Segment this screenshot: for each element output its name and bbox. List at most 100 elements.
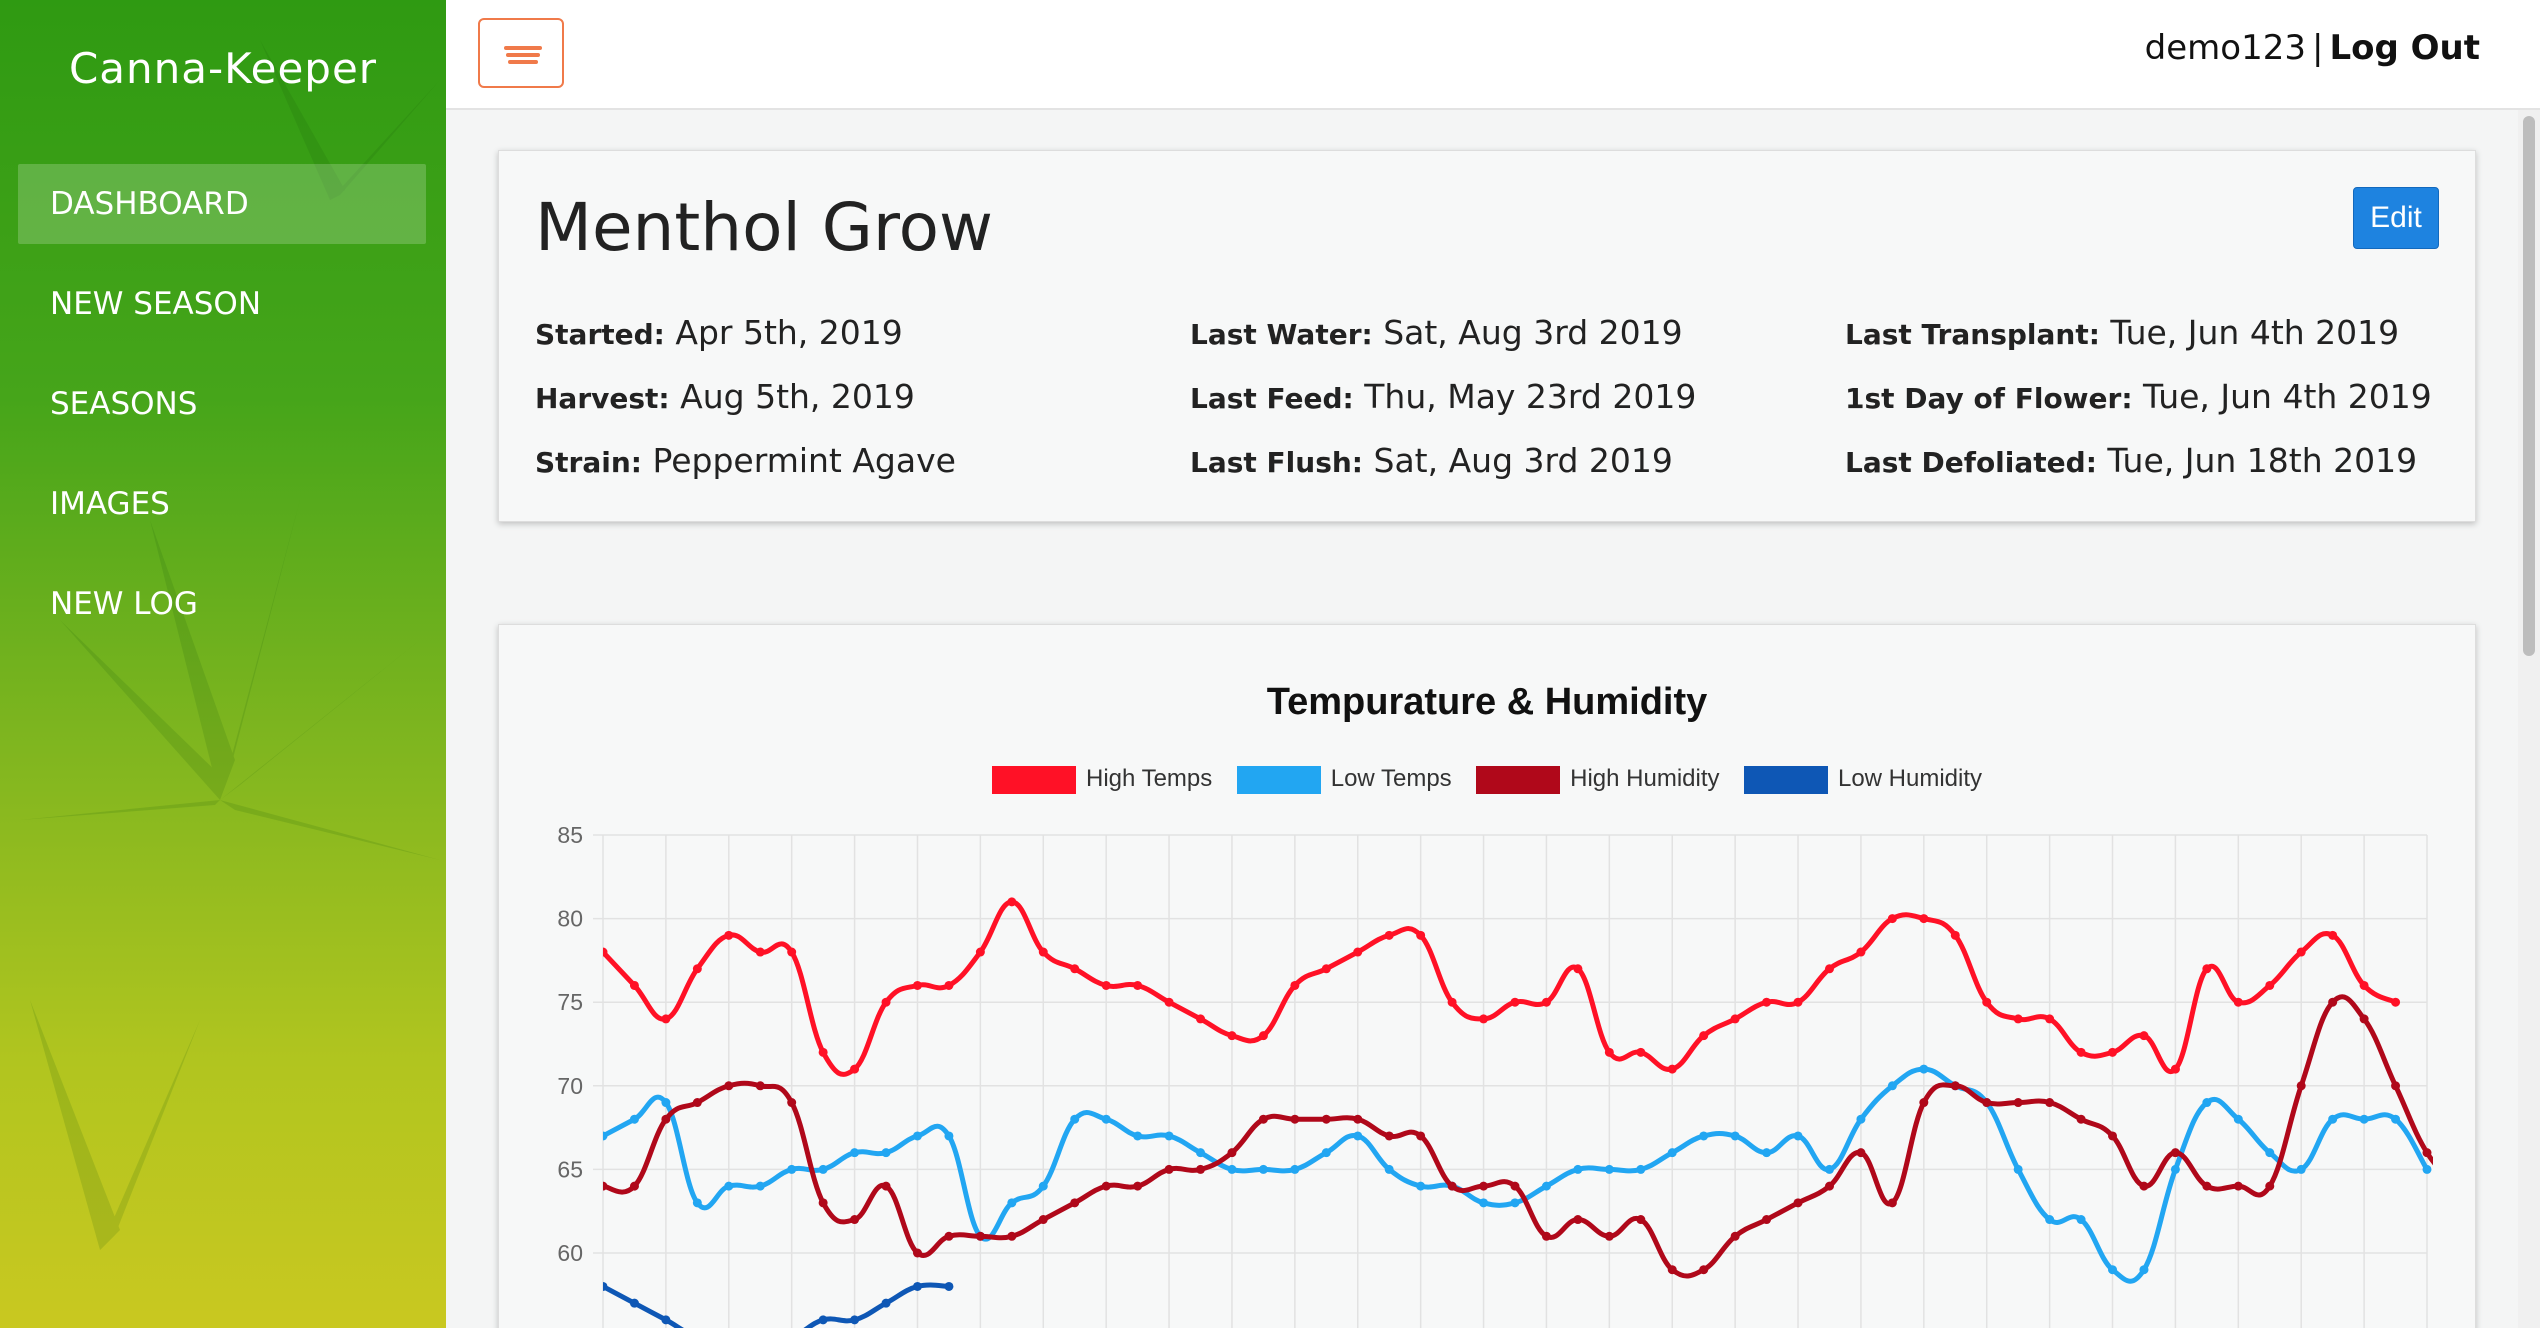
scrollbar-thumb[interactable] xyxy=(2523,116,2535,656)
data-point xyxy=(1541,997,1551,1007)
data-point xyxy=(1290,1164,1300,1174)
data-point xyxy=(787,947,797,957)
legend-swatch xyxy=(991,765,1076,794)
logout-link[interactable]: Log Out xyxy=(2329,28,2480,68)
data-point xyxy=(1227,1148,1237,1158)
data-point xyxy=(1416,1131,1426,1141)
legend-item-low-temps[interactable]: Low Temps xyxy=(1236,765,1452,794)
info-column-care: Last Water: Sat, Aug 3rd 2019 Last Feed:… xyxy=(1190,301,1696,493)
data-point xyxy=(2013,1164,2023,1174)
data-point xyxy=(1070,1198,1080,1208)
data-point xyxy=(2013,1014,2023,1024)
data-point xyxy=(1038,1181,1048,1191)
data-point xyxy=(881,1298,891,1308)
data-point xyxy=(629,1114,639,1124)
data-point xyxy=(1321,964,1331,974)
data-point xyxy=(2045,1215,2055,1225)
data-point xyxy=(629,1298,639,1308)
data-point xyxy=(2045,1014,2055,1024)
legend-swatch xyxy=(1743,765,1828,794)
data-point xyxy=(2422,1148,2432,1158)
legend-item-high-humidity[interactable]: High Humidity xyxy=(1476,765,1720,794)
series-line xyxy=(603,899,2397,1077)
data-point xyxy=(1007,1198,1017,1208)
data-point xyxy=(818,1198,828,1208)
data-point xyxy=(1133,1131,1143,1141)
data-point xyxy=(1101,1114,1111,1124)
user-separator: | xyxy=(2311,28,2324,68)
data-point xyxy=(818,1315,828,1325)
data-point xyxy=(1793,1198,1803,1208)
sidebar-item-new-log[interactable]: NEW LOG xyxy=(18,564,426,644)
info-value: Tue, Jun 4th 2019 xyxy=(2110,313,2400,352)
data-point xyxy=(1919,1098,1929,1108)
data-point xyxy=(2076,1215,2086,1225)
legend-item-high-temps[interactable]: High Temps xyxy=(991,765,1213,794)
info-label: Started: xyxy=(535,318,665,351)
data-point xyxy=(755,1181,765,1191)
y-tick-label: 70 xyxy=(557,1073,583,1099)
series-line xyxy=(603,1066,2430,1284)
data-point xyxy=(1887,914,1897,924)
data-point xyxy=(2233,997,2243,1007)
grow-info-card: Menthol Grow Edit Started: Apr 5th, 2019… xyxy=(498,150,2476,522)
app-brand[interactable]: Canna-Keeper xyxy=(0,44,446,93)
data-point xyxy=(629,1181,639,1191)
y-tick-label: 65 xyxy=(557,1156,583,1182)
sidebar-item-dashboard[interactable]: DASHBOARD xyxy=(18,164,426,244)
data-point xyxy=(2170,1148,2180,1158)
data-point xyxy=(2233,1114,2243,1124)
data-point xyxy=(1007,1231,1017,1241)
data-point xyxy=(2233,1181,2243,1191)
info-value: Aug 5th, 2019 xyxy=(680,377,915,416)
data-point xyxy=(2108,1047,2118,1057)
data-point xyxy=(1290,1114,1300,1124)
edit-button[interactable]: Edit xyxy=(2353,187,2439,249)
legend-label: High Humidity xyxy=(1570,765,1720,792)
sidebar-item-new-season[interactable]: NEW SEASON xyxy=(18,264,426,344)
data-point xyxy=(724,1181,734,1191)
legend-swatch xyxy=(1476,765,1561,794)
data-point xyxy=(1258,1114,1268,1124)
info-value: Tue, Jun 18th 2019 xyxy=(2107,441,2418,480)
data-point xyxy=(1070,964,1080,974)
data-point xyxy=(661,1014,671,1024)
sidebar-item-images[interactable]: IMAGES xyxy=(18,464,426,544)
data-point xyxy=(692,1098,702,1108)
data-point xyxy=(1541,1231,1551,1241)
data-point xyxy=(818,1164,828,1174)
data-point xyxy=(2108,1131,2118,1141)
data-point xyxy=(603,1131,608,1141)
data-point xyxy=(603,947,608,957)
legend-label: High Temps xyxy=(1085,765,1213,792)
data-point xyxy=(1982,1098,1992,1108)
data-point xyxy=(1384,930,1394,940)
username: demo123 xyxy=(2144,28,2306,68)
data-point xyxy=(1321,1148,1331,1158)
info-label: Strain: xyxy=(535,446,642,479)
data-point xyxy=(1762,1215,1772,1225)
data-point xyxy=(1604,1047,1614,1057)
data-point xyxy=(1447,1181,1457,1191)
data-point xyxy=(1824,964,1834,974)
data-point xyxy=(1856,1148,1866,1158)
hamburger-menu-icon-line xyxy=(508,60,538,64)
sidebar-item-seasons[interactable]: SEASONS xyxy=(18,364,426,444)
data-point xyxy=(1384,1164,1394,1174)
data-point xyxy=(2108,1265,2118,1275)
series-line xyxy=(603,1282,950,1328)
y-tick-label: 85 xyxy=(557,822,583,848)
data-point xyxy=(1573,964,1583,974)
data-point xyxy=(629,980,639,990)
legend-item-low-humidity[interactable]: Low Humidity xyxy=(1743,765,1982,794)
data-point xyxy=(944,1281,954,1291)
menu-toggle-button[interactable] xyxy=(478,18,564,88)
y-tick-label: 55 xyxy=(557,1324,583,1328)
top-bar: demo123 | Log Out xyxy=(446,0,2540,110)
data-point xyxy=(1353,947,1363,957)
data-point xyxy=(850,1148,860,1158)
data-point xyxy=(2139,1265,2149,1275)
series-high-humidity xyxy=(603,994,2433,1279)
legend-label: Low Temps xyxy=(1330,765,1452,792)
data-point xyxy=(2328,997,2338,1007)
